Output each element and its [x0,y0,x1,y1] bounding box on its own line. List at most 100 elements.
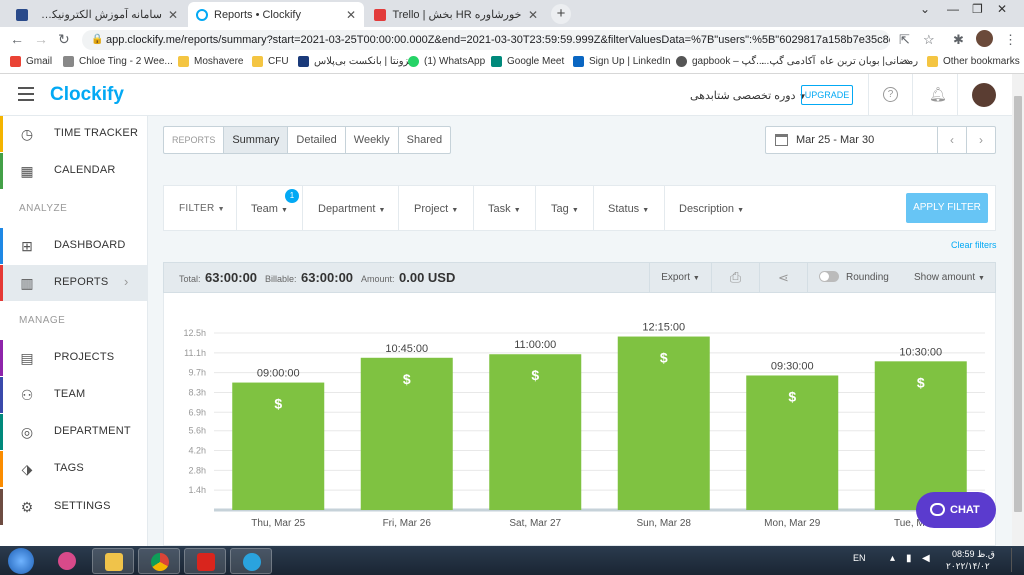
close-tab-icon[interactable]: ✕ [346,8,356,22]
print-icon[interactable]: ⎙ [712,263,759,292]
tab-detailed[interactable]: Detailed [288,127,346,153]
user-avatar[interactable] [972,83,996,107]
browser-tab-trello[interactable]: Trello | بخش HR خورشاوره ✕ [366,2,546,27]
url-field[interactable]: 🔒 app.clockify.me/reports/summary?start=… [82,30,890,50]
menu-dots-icon[interactable]: ⋮ [1004,32,1017,48]
taskbar-app-chrome[interactable] [138,548,180,574]
taskbar-app-telegram[interactable] [230,548,272,574]
taskbar-app-paint[interactable] [46,548,88,574]
workspace-selector[interactable]: دوره تخصصی شتابدهی ▼ [690,89,806,102]
bookmark-moshavere[interactable]: Moshavere [178,56,243,67]
billable-dollar-icon: $ [274,396,282,412]
minimize-icon[interactable]: — [947,2,959,16]
next-period-icon[interactable]: › [966,127,995,153]
status-filter[interactable]: Status ▼ [608,203,649,215]
close-window-icon[interactable]: ✕ [997,2,1007,16]
sidebar-item-team[interactable]: ⚇ TEAM [0,377,148,413]
forward-arrow-icon[interactable]: → [34,31,48,47]
tab-shared[interactable]: Shared [399,127,450,153]
bookmark-gap-academy[interactable]: آکادمی گپ... [761,56,815,67]
bookmark-izonta[interactable]: ایزونتا | بانکست بی‌پلاس [298,56,415,67]
browser-profile-avatar[interactable] [976,30,993,47]
back-arrow-icon[interactable]: ← [10,31,24,47]
extensions-icon[interactable]: ✱ [953,32,964,48]
sidebar-item-settings[interactable]: ⚙ SETTINGS [0,489,148,525]
bookmark-gapbook[interactable]: gapbook – گپ... [676,56,764,67]
tab-search-icon[interactable]: ⌄ [920,2,930,16]
show-amount-dropdown[interactable]: Show amount ▼ [914,263,985,292]
sidebar-item-tags[interactable]: ⬗ TAGS [0,451,148,487]
hamburger-menu-icon[interactable] [18,87,34,101]
upgrade-button[interactable]: UPGRADE [801,85,853,105]
team-filter[interactable]: Team ▼ [251,203,288,215]
sidebar-item-label: PROJECTS [54,351,115,363]
bar-data-label: 10:30:00 [899,346,942,358]
task-filter[interactable]: Task ▼ [488,203,521,215]
filter-label: Task [488,203,511,215]
maximize-icon[interactable]: ❐ [972,2,983,16]
tab-weekly[interactable]: Weekly [346,127,399,153]
windows-start-icon[interactable] [8,548,34,574]
taskbar-app-acrobat[interactable] [184,548,226,574]
share-icon[interactable]: ⇱ [899,32,910,48]
share-icon[interactable]: ⋖ [760,263,807,292]
bookmark-gmail[interactable]: Gmail [10,56,52,67]
billable-dollar-icon: $ [531,367,539,383]
sidebar-item-label: SETTINGS [54,500,111,512]
browser-tab-university[interactable]: سامانه آموزش الکترونیکی دانشگاه فرهنگیان… [8,2,186,27]
more-bookmarks-button[interactable]: » [904,56,910,67]
tray-arrow-icon[interactable]: ▴ [890,553,895,564]
clock-date[interactable]: ۲۰۲۲/۱۴/۰۲ [946,561,990,572]
billable-dollar-icon: $ [788,388,796,404]
bookmark-whatsapp[interactable]: (1) WhatsApp [408,56,485,67]
bookmark-other[interactable]: Other bookmarks [927,56,1020,67]
sidebar-item-reports[interactable]: ▥ REPORTS › [0,265,148,301]
volume-icon[interactable]: ◀ [922,553,930,564]
sidebar-item-projects[interactable]: ▤ PROJECTS [0,340,148,376]
help-icon[interactable]: ? [883,87,898,102]
bookmark-google-meet[interactable]: Google Meet [491,56,564,67]
date-range-picker[interactable]: Mar 25 - Mar 30 ‹ › [765,126,996,154]
clear-filters-link[interactable]: Clear filters [951,240,997,250]
rounding-toggle[interactable] [819,271,839,282]
taskbar-app-explorer[interactable] [92,548,134,574]
department-filter[interactable]: Department ▼ [318,203,385,215]
export-dropdown[interactable]: Export ▼ [650,263,711,292]
show-desktop-button[interactable] [1011,548,1021,572]
sidebar-item-time-tracker[interactable]: ◷ TIME TRACKER [0,116,148,152]
sidebar-item-department[interactable]: ◎ DEPARTMENT [0,414,148,450]
browser-tab-clockify[interactable]: Reports • Clockify ✕ [188,2,364,27]
new-tab-button[interactable]: + [551,4,571,24]
clock-time[interactable]: 08:59 ق.ظ [952,549,995,560]
bell-icon[interactable]: 🔔︎ [929,86,947,103]
close-tab-icon[interactable]: ✕ [528,8,538,22]
university-favicon-icon [16,8,28,21]
filter-label: FILTER [179,203,215,214]
folder-icon [105,553,123,571]
filter-dropdown[interactable]: FILTER ▼ [179,203,225,214]
bookmark-chloe[interactable]: Chloe Ting - 2 Wee... [63,56,173,67]
sidebar-item-calendar[interactable]: ▦ CALENDAR [0,153,148,189]
billable-dollar-icon: $ [403,371,411,387]
network-icon[interactable]: ▮ [906,553,912,564]
language-indicator[interactable]: EN [853,553,866,563]
bookmark-linkedin[interactable]: Sign Up | LinkedIn [573,56,671,67]
tag-filter[interactable]: Tag ▼ [551,203,579,215]
bookmark-cfu[interactable]: CFU [252,56,289,67]
close-tab-icon[interactable]: ✕ [168,8,178,22]
clockify-logo[interactable]: Clockify [50,84,124,106]
project-filter[interactable]: Project ▼ [414,203,458,215]
previous-period-icon[interactable]: ‹ [937,127,966,153]
folder-icon [178,56,189,67]
description-filter[interactable]: Description ▼ [679,203,744,215]
user-circle-icon: ◎ [20,424,34,440]
tab-summary[interactable]: Summary [224,127,289,153]
bookmark-star-icon[interactable]: ☆ [923,32,935,48]
x-category-label: Sat, Mar 27 [509,518,561,529]
reload-icon[interactable]: ↻ [58,31,70,48]
sidebar-item-dashboard[interactable]: ⊞ DASHBOARD [0,228,148,264]
url-text: app.clockify.me/reports/summary?start=20… [106,34,890,46]
apply-filter-button[interactable]: APPLY FILTER [906,193,988,223]
chat-button[interactable]: CHAT [916,492,996,528]
scrollbar-thumb[interactable] [1014,96,1022,512]
